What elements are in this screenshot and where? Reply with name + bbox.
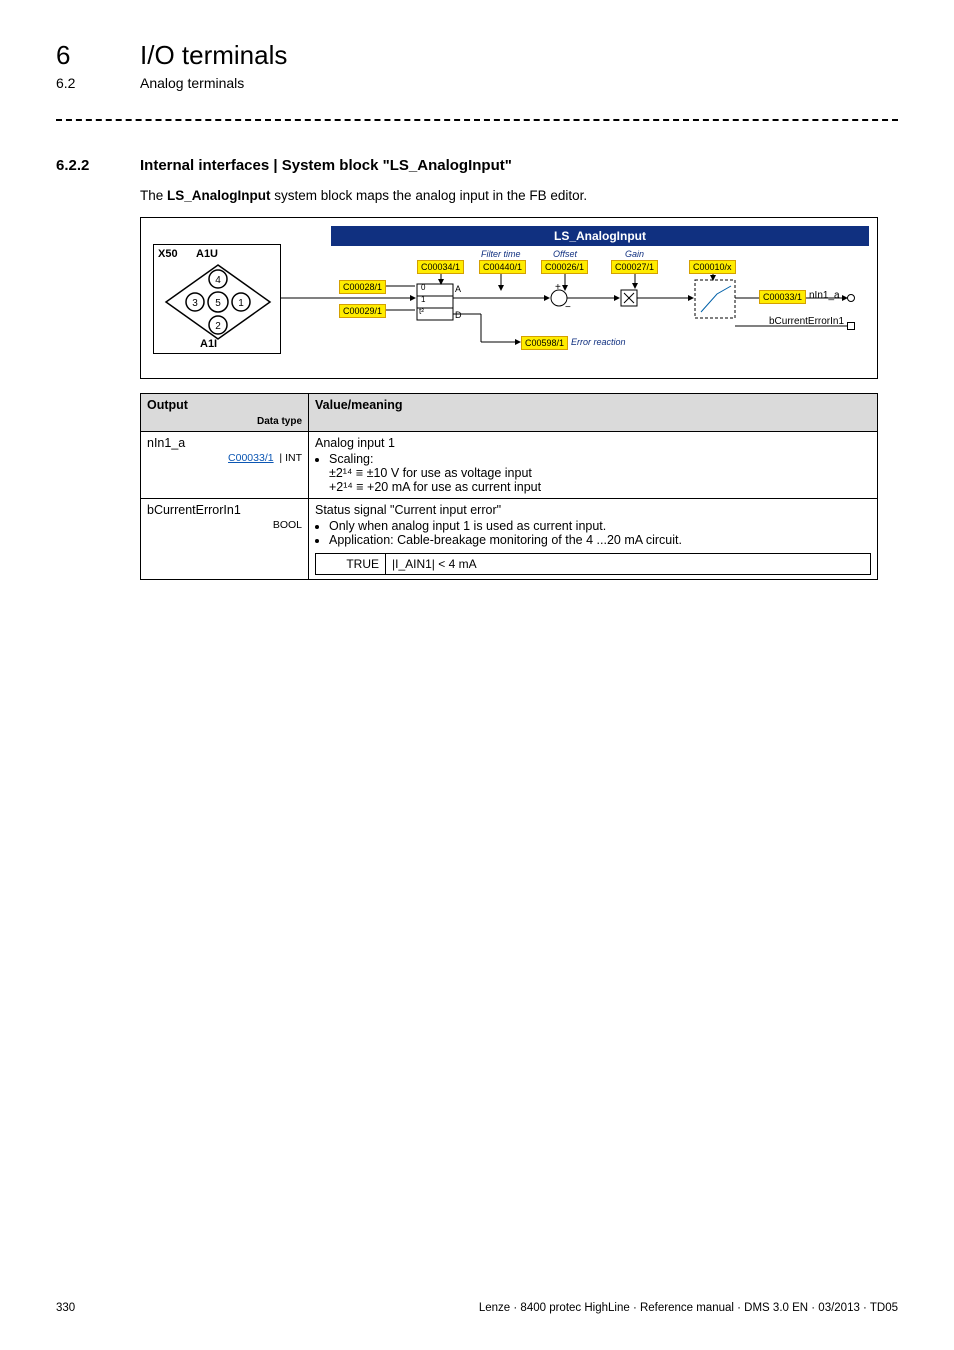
footer-doc: Lenze · 8400 protec HighLine · Reference… [479, 1302, 898, 1314]
code-link[interactable]: C00033/1 [228, 452, 274, 464]
code-c00026: C00026/1 [541, 260, 588, 274]
switch-1: 1 [421, 295, 425, 304]
intro-paragraph: The LS_AnalogInput system block maps the… [140, 188, 898, 203]
th-value: Value/meaning [309, 393, 878, 431]
svg-text:+: + [555, 282, 561, 293]
table-row: bCurrentErrorIn1 BOOL Status signal "Cur… [141, 498, 878, 579]
chapter-title: I/O terminals [140, 40, 287, 71]
lbl-filter-time: Filter time [481, 249, 521, 259]
row-name: nIn1_a [147, 436, 302, 450]
subsection-title: Internal interfaces | System block "LS_A… [140, 157, 512, 174]
code-c00598: C00598/1 [521, 336, 568, 350]
true-value: |I_AIN1| < 4 mA [386, 553, 871, 574]
row-dtype: BOOL [273, 519, 302, 531]
code-c00033: C00033/1 [759, 290, 806, 304]
lbl-gain: Gain [625, 249, 644, 259]
code-c00440: C00440/1 [479, 260, 526, 274]
th-output: Output Data type [141, 393, 309, 431]
row-dtype: INT [285, 452, 302, 464]
chapter-number: 6 [56, 40, 140, 71]
subsection-number: 6.2.2 [56, 157, 140, 174]
code-c00034: C00034/1 [417, 260, 464, 274]
inner-truth-table: TRUE |I_AIN1| < 4 mA [315, 553, 871, 575]
page-number: 330 [56, 1302, 75, 1314]
block-diagram: LS_AnalogInput X50 A1U A1I [140, 217, 878, 379]
row-name: bCurrentErrorIn1 [147, 503, 302, 517]
lbl-error-reaction: Error reaction [571, 337, 626, 347]
port-square-icon [847, 322, 855, 330]
port-circle-icon [847, 294, 855, 302]
code-c00027: C00027/1 [611, 260, 658, 274]
lbl-offset: Offset [553, 249, 577, 259]
svg-text:−: − [565, 302, 571, 313]
row-title: Analog input 1 [315, 436, 395, 450]
row-title: Status signal "Current input error" [315, 503, 501, 517]
switch-0: 0 [421, 283, 425, 292]
section-number: 6.2 [56, 75, 140, 91]
switch-D: D [455, 310, 462, 320]
code-c00029: C00029/1 [339, 304, 386, 318]
table-row: nIn1_a C00033/1 | INT Analog input 1 Sca… [141, 431, 878, 498]
output-table: Output Data type Value/meaning nIn1_a C0… [140, 393, 878, 580]
code-c00010: C00010/x [689, 260, 736, 274]
divider [56, 119, 898, 121]
true-label: TRUE [316, 553, 386, 574]
switch-A: A [455, 284, 461, 294]
section-title: Analog terminals [140, 75, 244, 91]
out-nIn1a: nIn1_a [809, 290, 840, 301]
switch-t2: t² [419, 307, 424, 316]
code-c00028: C00028/1 [339, 280, 386, 294]
out-bCurrentErrorIn1: bCurrentErrorIn1 [769, 316, 844, 327]
